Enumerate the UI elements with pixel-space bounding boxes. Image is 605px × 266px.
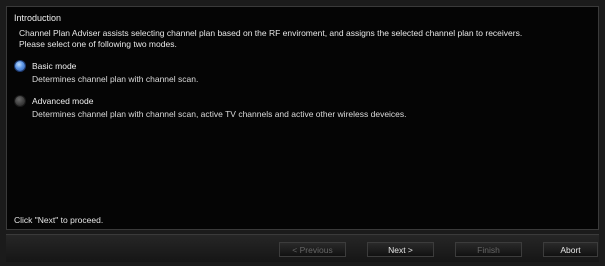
section-title: Introduction <box>14 13 62 23</box>
advanced-mode-option[interactable]: Advanced mode Determines channel plan wi… <box>15 95 407 119</box>
advanced-mode-row[interactable]: Advanced mode <box>15 95 407 107</box>
basic-mode-description: Determines channel plan with channel sca… <box>32 74 199 84</box>
abort-button[interactable]: Abort <box>543 242 598 257</box>
intro-text: Channel Plan Adviser assists selecting c… <box>19 28 522 50</box>
finish-button[interactable]: Finish <box>455 242 522 257</box>
button-bar: < Previous Next > Finish Abort <box>6 234 599 262</box>
proceed-hint: Click "Next" to proceed. <box>14 215 104 225</box>
advanced-mode-label[interactable]: Advanced mode <box>32 96 93 106</box>
intro-line-1: Channel Plan Adviser assists selecting c… <box>19 28 523 38</box>
basic-mode-label[interactable]: Basic mode <box>32 61 76 71</box>
next-button[interactable]: Next > <box>367 242 434 257</box>
intro-line-2: Please select one of following two modes… <box>19 39 177 49</box>
previous-button[interactable]: < Previous <box>279 242 346 257</box>
basic-mode-option[interactable]: Basic mode Determines channel plan with … <box>15 60 198 84</box>
advanced-mode-description: Determines channel plan with channel sca… <box>32 109 407 119</box>
basic-mode-radio[interactable] <box>15 61 25 71</box>
basic-mode-row[interactable]: Basic mode <box>15 60 198 72</box>
advanced-mode-radio[interactable] <box>15 96 25 106</box>
intro-panel: Introduction Channel Plan Adviser assist… <box>6 6 599 230</box>
